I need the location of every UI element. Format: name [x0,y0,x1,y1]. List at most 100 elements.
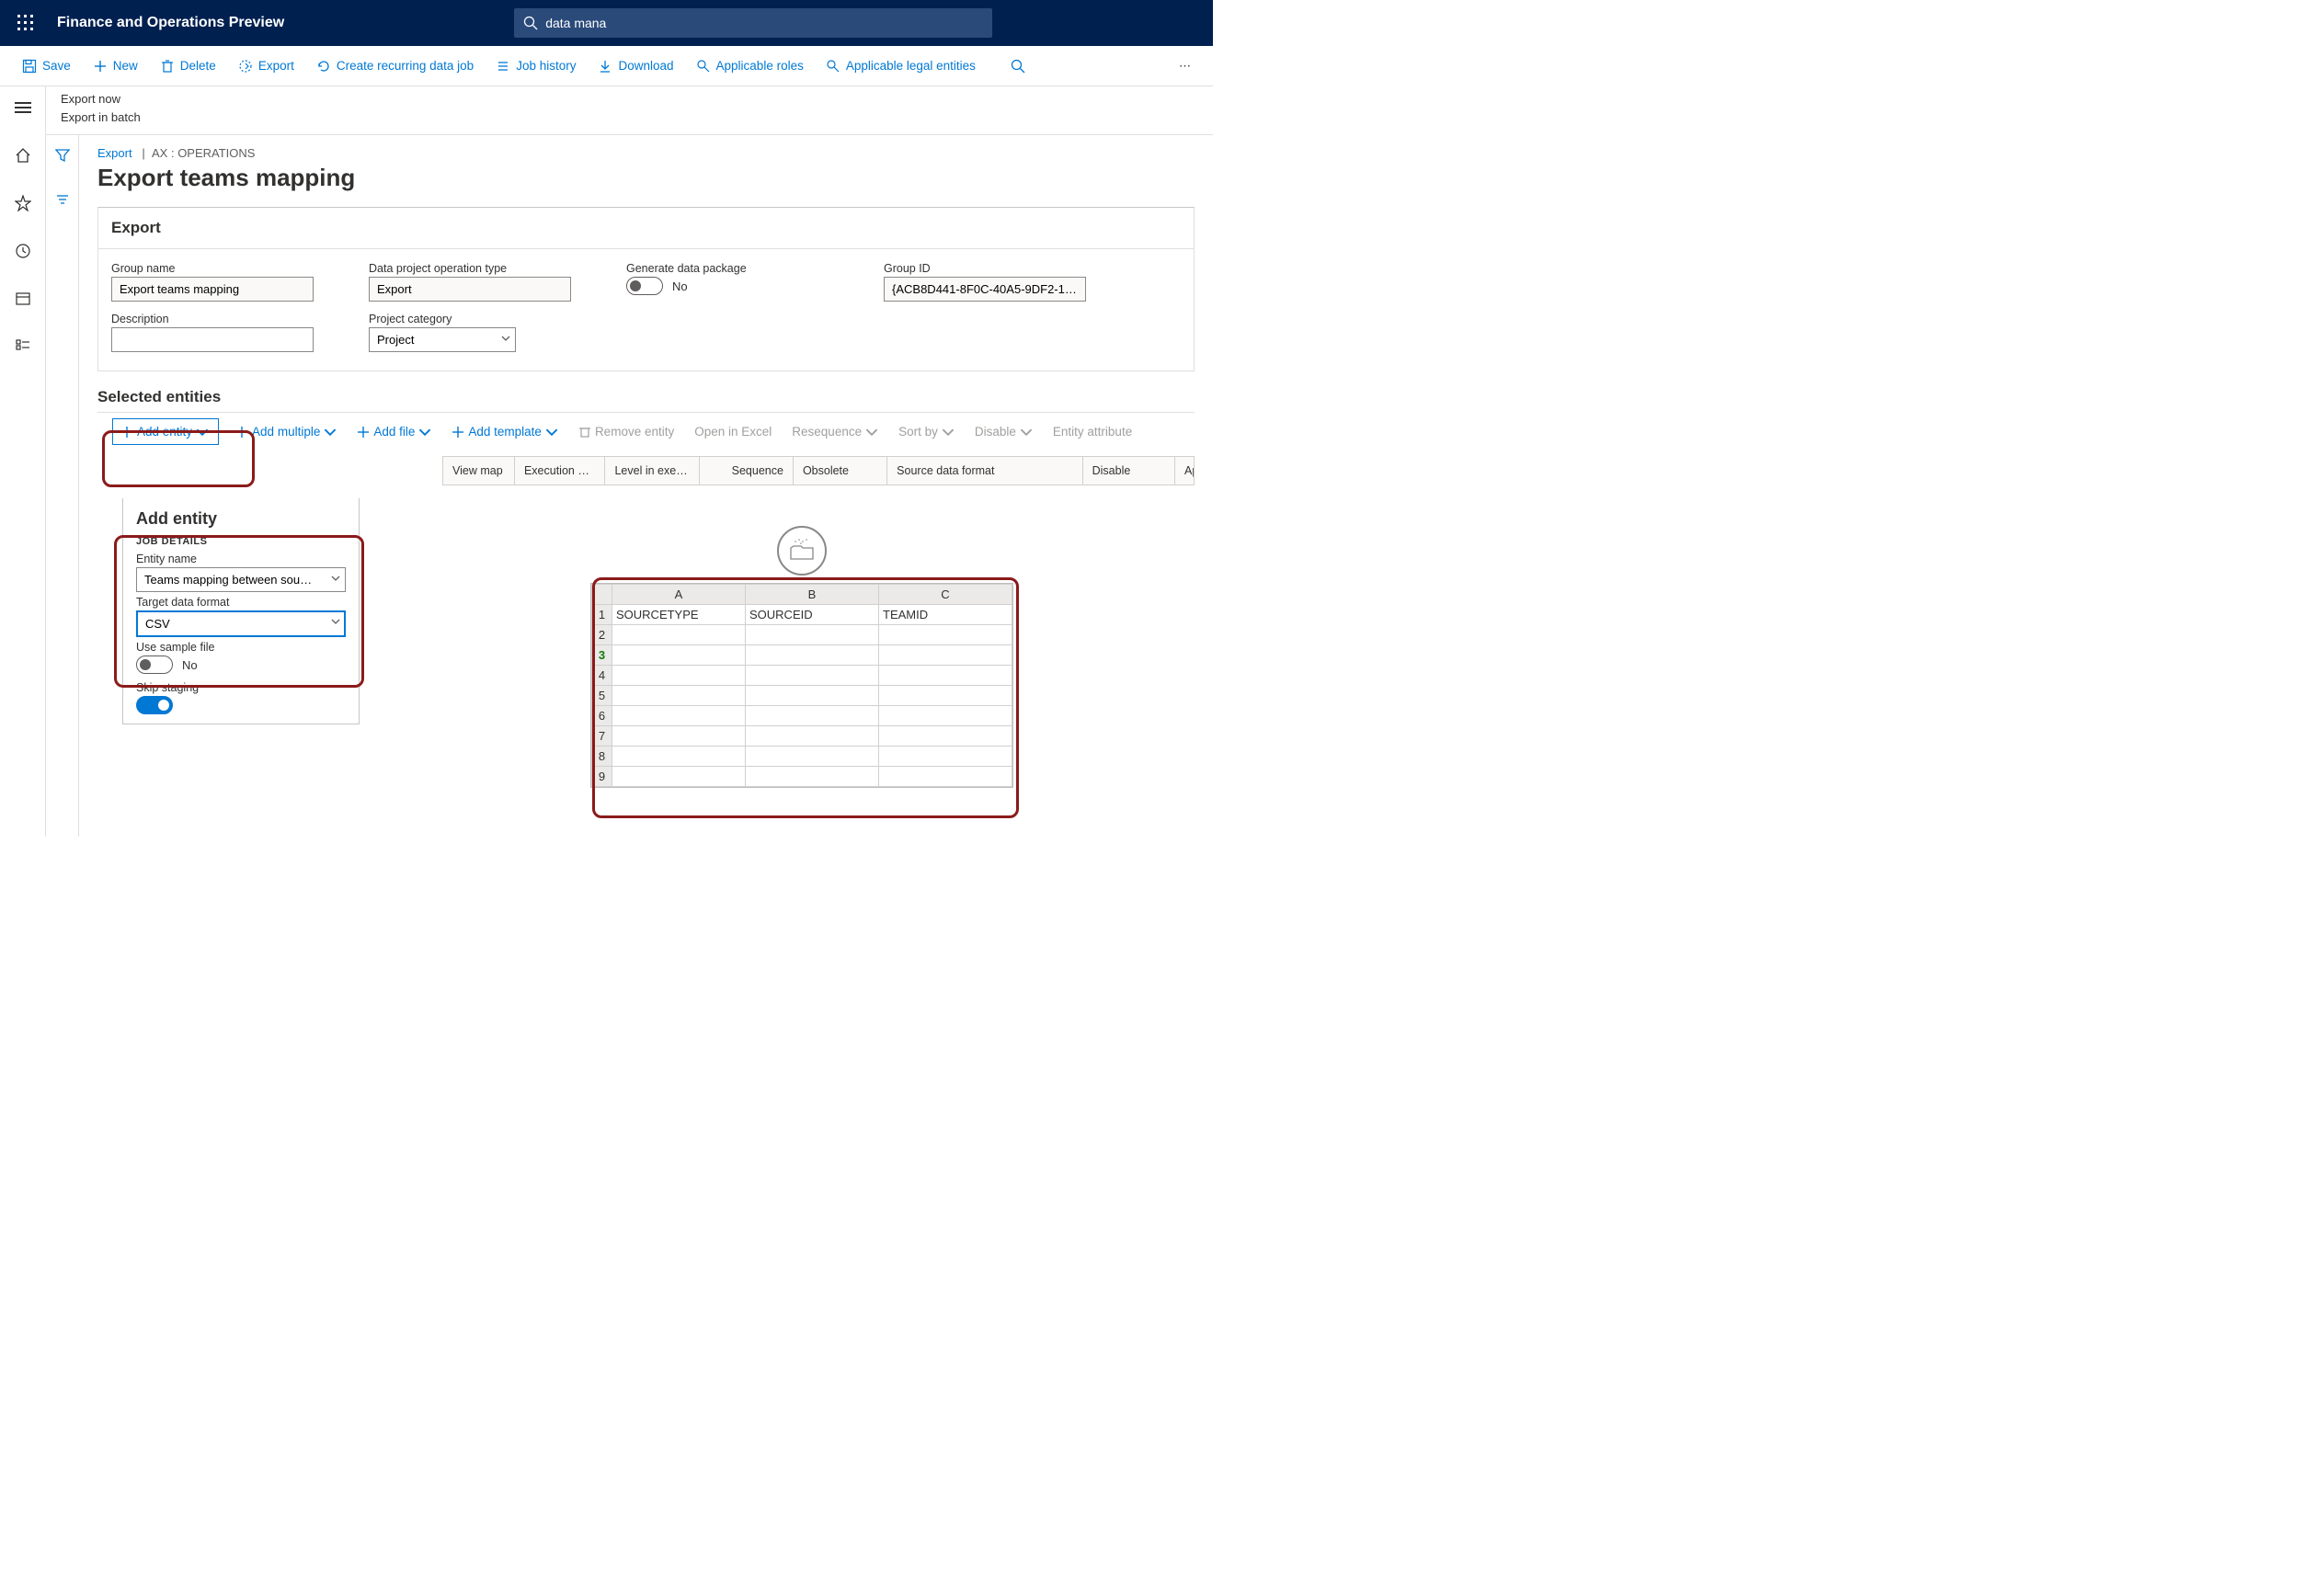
sheet-cell[interactable] [746,686,879,706]
add-template-button[interactable]: Add template [448,421,562,442]
global-search[interactable] [514,8,992,38]
group-id-input[interactable] [884,277,1086,302]
skip-staging-label: Skip staging [136,681,346,694]
sheet-cell[interactable] [612,726,746,747]
nav-favorites[interactable] [5,188,41,219]
empty-state-icon [777,526,827,576]
col-sequence[interactable]: Sequence [700,457,794,484]
proj-cat-select[interactable] [369,327,516,352]
job-history-button[interactable]: Job history [488,53,583,79]
gen-pkg-label: Generate data package [626,262,829,275]
sheet-cell[interactable] [612,686,746,706]
nav-workspaces[interactable] [5,283,41,314]
nav-hamburger[interactable] [5,92,41,123]
sheet-cell[interactable]: SOURCEID [746,605,879,625]
app-launcher[interactable] [7,5,44,41]
download-icon [598,59,612,74]
disable-button: Disable [971,421,1036,442]
open-excel-button: Open in Excel [691,421,775,442]
chevron-down-icon [418,426,431,439]
col-src-fmt[interactable]: Source data format [887,457,1082,484]
sheet-cell[interactable] [746,706,879,726]
legal-entities-icon [826,59,840,74]
sheet-row-num: 4 [592,666,612,686]
col-obsolete[interactable]: Obsolete [794,457,887,484]
nav-modules[interactable] [5,331,41,362]
sheet-cell[interactable] [612,625,746,645]
group-name-label: Group name [111,262,314,275]
download-button[interactable]: Download [590,53,680,79]
sheet-cell[interactable] [612,747,746,767]
skip-staging-toggle[interactable] [136,696,173,714]
filter-funnel-button[interactable] [55,148,70,165]
sheet-cell[interactable] [746,645,879,666]
sheet-cell[interactable] [879,706,1012,726]
gen-pkg-toggle[interactable] [626,277,663,295]
sheet-cell[interactable] [879,767,1012,787]
group-name-input[interactable] [111,277,314,302]
roles-icon [696,59,711,74]
sheet-cell[interactable] [879,686,1012,706]
sheet-row-num: 2 [592,625,612,645]
new-button[interactable]: New [86,53,145,79]
add-template-label: Add template [468,425,542,439]
export-button[interactable]: Export [231,53,302,79]
sheet-cell[interactable] [612,767,746,787]
col-view-map[interactable]: View map [443,457,515,484]
nav-recent[interactable] [5,235,41,267]
entity-name-select[interactable] [136,567,346,592]
export-in-batch-link[interactable]: Export in batch [61,108,1198,127]
chevron-down-icon [545,426,558,439]
sheet-row-num: 5 [592,686,612,706]
sheet-row-num: 1 [592,605,612,625]
save-button[interactable]: Save [15,53,78,79]
sheet-cell[interactable] [746,625,879,645]
sheet-cell[interactable] [612,706,746,726]
col-exec-unit[interactable]: Execution unit ↑ [515,457,606,484]
flyout-section: JOB DETAILS [136,536,346,547]
add-entity-button[interactable]: Add entity [112,418,219,445]
roles-label: Applicable roles [716,59,804,73]
sheet-cell[interactable]: SOURCETYPE [612,605,746,625]
sheet-row-num: 7 [592,726,612,747]
save-icon [22,59,37,74]
description-input[interactable] [111,327,314,352]
col-disable[interactable]: Disable [1083,457,1175,484]
modules-icon [15,338,31,355]
add-multiple-label: Add multiple [252,425,320,439]
sheet-cell[interactable] [746,726,879,747]
sheet-cell[interactable] [879,625,1012,645]
sheet-cell[interactable] [746,747,879,767]
recurring-job-button[interactable]: Create recurring data job [309,53,481,79]
search-input[interactable] [545,16,983,30]
sheet-cell[interactable] [612,645,746,666]
col-level[interactable]: Level in executi… [605,457,699,484]
breadcrumb: Export | AX : OPERATIONS [79,146,1213,164]
sheet-cell[interactable] [879,666,1012,686]
sheet-cell[interactable] [879,747,1012,767]
col-applicat[interactable]: Applicat [1175,457,1194,484]
export-now-link[interactable]: Export now [61,90,1198,108]
sheet-cell[interactable] [746,666,879,686]
sheet-cell[interactable]: TEAMID [879,605,1012,625]
add-multiple-button[interactable]: Add multiple [232,421,340,442]
applicable-roles-button[interactable]: Applicable roles [689,53,811,79]
lines-toggle[interactable] [55,191,70,209]
delete-button[interactable]: Delete [153,53,223,79]
op-type-input[interactable] [369,277,571,302]
applicable-le-button[interactable]: Applicable legal entities [818,53,983,79]
sheet-cell[interactable] [746,767,879,787]
sheet-cell[interactable] [879,726,1012,747]
app-title: Finance and Operations Preview [57,15,284,31]
op-type-label: Data project operation type [369,262,571,275]
breadcrumb-link[interactable]: Export [97,146,132,160]
use-sample-value: No [182,658,198,672]
overflow-button[interactable]: ⋯ [1172,53,1198,79]
add-file-button[interactable]: Add file [353,421,435,442]
find-button[interactable] [1003,53,1033,79]
use-sample-toggle[interactable] [136,656,173,674]
sheet-cell[interactable] [879,645,1012,666]
target-fmt-select[interactable] [136,610,346,637]
sheet-cell[interactable] [612,666,746,686]
nav-home[interactable] [5,140,41,171]
